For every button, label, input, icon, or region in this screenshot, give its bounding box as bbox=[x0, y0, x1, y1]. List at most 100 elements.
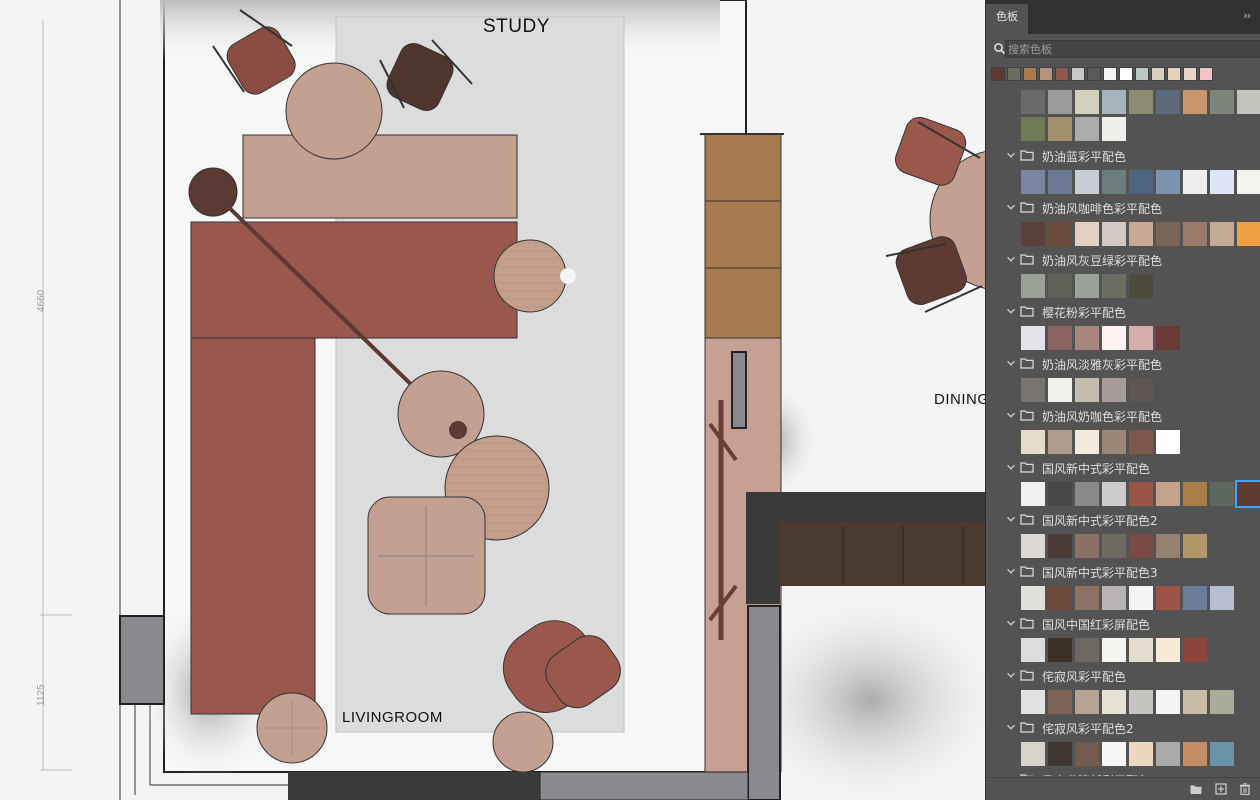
color-swatch[interactable] bbox=[1021, 222, 1045, 246]
color-swatch[interactable] bbox=[1183, 222, 1207, 246]
swatch-group-header[interactable]: 奶油风灰豆绿彩平配色 bbox=[1003, 249, 1260, 271]
color-swatch[interactable] bbox=[1156, 222, 1180, 246]
color-swatch[interactable] bbox=[1021, 274, 1045, 298]
color-swatch[interactable] bbox=[1183, 742, 1207, 766]
color-swatch[interactable] bbox=[1156, 170, 1180, 194]
recent-swatch[interactable] bbox=[1055, 67, 1069, 81]
color-swatch[interactable] bbox=[1129, 274, 1153, 298]
color-swatch[interactable] bbox=[1102, 482, 1126, 506]
chevron-down-icon[interactable] bbox=[1005, 201, 1017, 213]
color-swatch[interactable] bbox=[1048, 378, 1072, 402]
color-swatch[interactable] bbox=[1210, 222, 1234, 246]
chevron-down-icon[interactable] bbox=[1005, 617, 1017, 629]
color-swatch[interactable] bbox=[1021, 430, 1045, 454]
color-swatch[interactable] bbox=[1075, 742, 1099, 766]
swatch-group-header[interactable]: 马卡龙清新彩平配色 bbox=[1003, 769, 1260, 776]
recent-swatch[interactable] bbox=[1039, 67, 1053, 81]
color-swatch[interactable] bbox=[1075, 690, 1099, 714]
swatch-group-header[interactable]: 樱花粉彩平配色 bbox=[1003, 301, 1260, 323]
chevron-down-icon[interactable] bbox=[1005, 669, 1017, 681]
swatch-group-header[interactable]: 国风新中式彩平配色2 bbox=[1003, 509, 1260, 531]
swatch-group-list[interactable]: 奶油蓝彩平配色 奶油风咖啡色彩平配色 奶油风灰豆绿彩平配色 樱花粉彩平配色 奶油风淡雅灰… bbox=[986, 86, 1260, 776]
color-swatch[interactable] bbox=[1237, 90, 1260, 114]
color-swatch[interactable] bbox=[1048, 638, 1072, 662]
color-swatch[interactable] bbox=[1102, 222, 1126, 246]
color-swatch[interactable] bbox=[1021, 690, 1045, 714]
chevron-down-icon[interactable] bbox=[1005, 565, 1017, 577]
swatch-group-header[interactable]: 侘寂风彩平配色2 bbox=[1003, 717, 1260, 739]
color-swatch[interactable] bbox=[1075, 638, 1099, 662]
color-swatch[interactable] bbox=[1102, 378, 1126, 402]
color-swatch[interactable] bbox=[1102, 170, 1126, 194]
new-swatch-icon[interactable] bbox=[1215, 783, 1227, 795]
color-swatch[interactable] bbox=[1102, 638, 1126, 662]
color-swatch[interactable] bbox=[1048, 482, 1072, 506]
color-swatch[interactable] bbox=[1129, 482, 1153, 506]
swatch-group-header[interactable]: 奶油蓝彩平配色 bbox=[1003, 145, 1260, 167]
recent-swatch[interactable] bbox=[1007, 67, 1021, 81]
color-swatch[interactable] bbox=[1129, 326, 1153, 350]
color-swatch[interactable] bbox=[1075, 430, 1099, 454]
color-swatch[interactable] bbox=[1183, 690, 1207, 714]
color-swatch[interactable] bbox=[1021, 378, 1045, 402]
chevron-down-icon[interactable] bbox=[1005, 773, 1017, 776]
color-swatch[interactable] bbox=[1210, 90, 1234, 114]
color-swatch[interactable] bbox=[1102, 117, 1126, 141]
color-swatch[interactable] bbox=[1156, 430, 1180, 454]
swatches-tab[interactable]: 色板 bbox=[986, 4, 1029, 34]
color-swatch[interactable] bbox=[1021, 117, 1045, 141]
color-swatch[interactable] bbox=[1048, 90, 1072, 114]
color-swatch[interactable] bbox=[1210, 690, 1234, 714]
color-swatch[interactable] bbox=[1021, 586, 1045, 610]
color-swatch[interactable] bbox=[1102, 742, 1126, 766]
chevron-down-icon[interactable] bbox=[1005, 253, 1017, 265]
color-swatch[interactable] bbox=[1237, 170, 1260, 194]
color-swatch[interactable] bbox=[1048, 170, 1072, 194]
color-swatch[interactable] bbox=[1156, 690, 1180, 714]
color-swatch[interactable] bbox=[1210, 482, 1234, 506]
chevron-down-icon[interactable] bbox=[1005, 409, 1017, 421]
recent-swatch[interactable] bbox=[1183, 67, 1197, 81]
color-swatch[interactable] bbox=[1129, 638, 1153, 662]
color-swatch[interactable] bbox=[1210, 586, 1234, 610]
color-swatch[interactable] bbox=[1048, 690, 1072, 714]
chevron-down-icon[interactable] bbox=[1005, 513, 1017, 525]
color-swatch[interactable] bbox=[1021, 638, 1045, 662]
color-swatch[interactable] bbox=[1021, 90, 1045, 114]
swatch-group-header[interactable]: 国风新中式彩平配色 bbox=[1003, 457, 1260, 479]
color-swatch[interactable] bbox=[1048, 222, 1072, 246]
swatch-group-header[interactable]: 奶油风奶咖色彩平配色 bbox=[1003, 405, 1260, 427]
color-swatch[interactable] bbox=[1156, 90, 1180, 114]
swatch-group-header[interactable]: 国风中国红彩屏配色 bbox=[1003, 613, 1260, 635]
color-swatch[interactable] bbox=[1156, 534, 1180, 558]
color-swatch[interactable] bbox=[1075, 90, 1099, 114]
color-swatch[interactable] bbox=[1075, 586, 1099, 610]
recent-swatch[interactable] bbox=[1023, 67, 1037, 81]
color-swatch[interactable] bbox=[1235, 480, 1260, 508]
color-swatch[interactable] bbox=[1102, 90, 1126, 114]
recent-swatch[interactable] bbox=[1119, 67, 1133, 81]
color-swatch[interactable] bbox=[1129, 90, 1153, 114]
color-swatch[interactable] bbox=[1129, 742, 1153, 766]
color-swatch[interactable] bbox=[1075, 378, 1099, 402]
color-swatch[interactable] bbox=[1102, 586, 1126, 610]
color-swatch[interactable] bbox=[1183, 170, 1207, 194]
color-swatch[interactable] bbox=[1021, 170, 1045, 194]
color-swatch[interactable] bbox=[1048, 742, 1072, 766]
recent-swatch[interactable] bbox=[1071, 67, 1085, 81]
color-swatch[interactable] bbox=[1102, 430, 1126, 454]
color-swatch[interactable] bbox=[1048, 430, 1072, 454]
recent-swatch[interactable] bbox=[991, 67, 1005, 81]
color-swatch[interactable] bbox=[1021, 742, 1045, 766]
swatch-group-header[interactable]: 奶油风淡雅灰彩平配色 bbox=[1003, 353, 1260, 375]
color-swatch[interactable] bbox=[1075, 326, 1099, 350]
color-swatch[interactable] bbox=[1075, 222, 1099, 246]
color-swatch[interactable] bbox=[1048, 117, 1072, 141]
color-swatch[interactable] bbox=[1048, 274, 1072, 298]
color-swatch[interactable] bbox=[1048, 586, 1072, 610]
color-swatch[interactable] bbox=[1129, 534, 1153, 558]
color-swatch[interactable] bbox=[1021, 326, 1045, 350]
search-input[interactable] bbox=[1005, 40, 1260, 58]
color-swatch[interactable] bbox=[1129, 690, 1153, 714]
recent-swatch[interactable] bbox=[1151, 67, 1165, 81]
